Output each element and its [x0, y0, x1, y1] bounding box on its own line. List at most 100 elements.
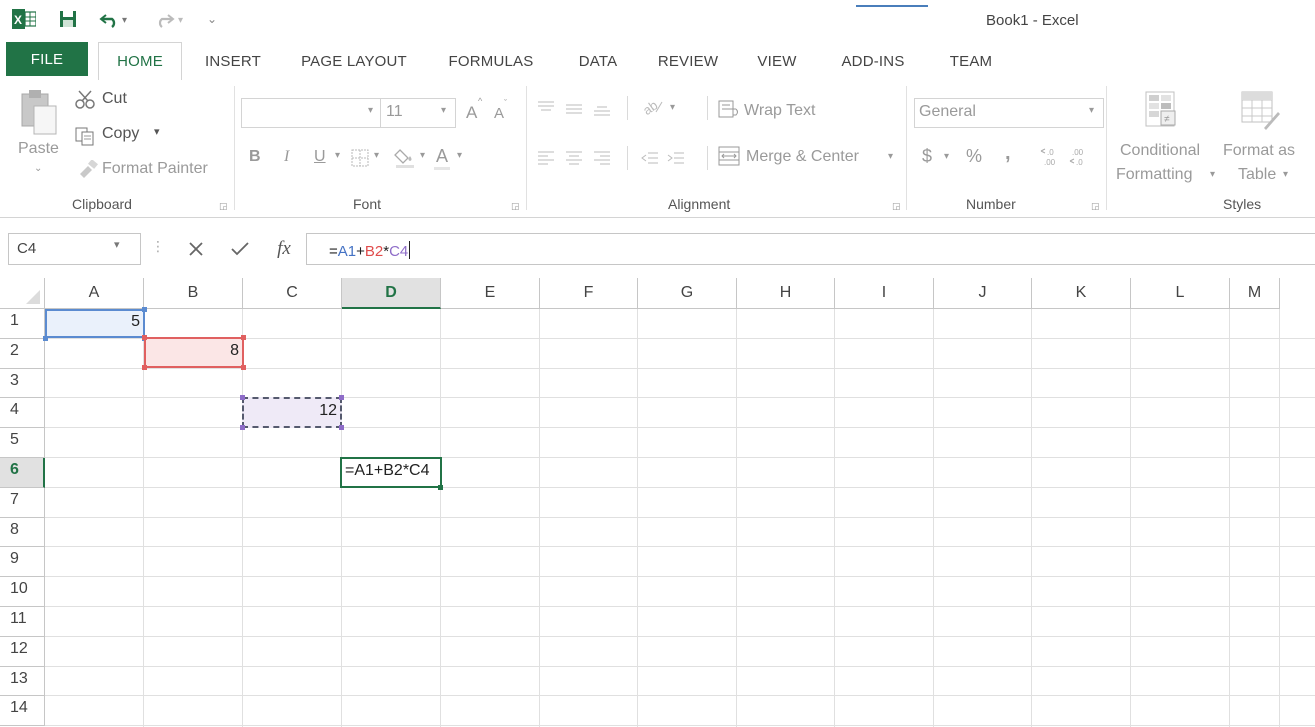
cancel-entry-icon[interactable]	[182, 233, 210, 265]
conditional-formatting-label-2[interactable]: Formatting	[1116, 166, 1192, 184]
align-center-icon[interactable]	[564, 150, 584, 171]
italic-button[interactable]: I	[284, 148, 289, 166]
underline-dropdown-icon[interactable]: ▾	[335, 150, 340, 161]
save-icon[interactable]	[56, 6, 80, 32]
align-middle-icon[interactable]	[564, 100, 584, 121]
conditional-formatting-dropdown-icon[interactable]: ▾	[1210, 169, 1215, 180]
column-header-i[interactable]: I	[835, 278, 934, 309]
row-header-5[interactable]: 5	[0, 428, 45, 458]
cell-b2[interactable]: 8	[144, 338, 244, 367]
column-header-f[interactable]: F	[540, 278, 638, 309]
conditional-formatting-label[interactable]: Conditional	[1120, 142, 1200, 160]
range-handle[interactable]	[142, 307, 147, 312]
row-header-3[interactable]: 3	[0, 368, 45, 399]
cell-a1[interactable]: 5	[45, 309, 145, 338]
select-all-button[interactable]	[0, 278, 45, 309]
format-painter-icon[interactable]	[78, 159, 98, 183]
name-box[interactable]: C4	[8, 233, 141, 265]
column-header-h[interactable]: H	[737, 278, 835, 309]
range-handle[interactable]	[240, 395, 245, 400]
tab-view[interactable]: VIEW	[744, 42, 810, 80]
row-header-9[interactable]: 9	[0, 547, 45, 578]
row-header-6[interactable]: 6	[0, 458, 45, 488]
tab-data[interactable]: DATA	[560, 42, 636, 80]
tab-insert[interactable]: INSERT	[192, 42, 274, 80]
range-handle[interactable]	[142, 335, 147, 340]
row-header-8[interactable]: 8	[0, 517, 45, 548]
paste-dropdown-icon[interactable]: ⌄	[34, 163, 42, 174]
column-header-a[interactable]: A	[45, 278, 144, 309]
shrink-font-icon[interactable]: A	[494, 105, 504, 122]
row-header-1[interactable]: 1	[0, 309, 45, 339]
range-handle[interactable]	[241, 365, 246, 370]
row-header-12[interactable]: 12	[0, 636, 45, 667]
merge-center-icon[interactable]	[718, 146, 740, 171]
column-header-l[interactable]: L	[1131, 278, 1230, 309]
tab-page-layout[interactable]: PAGE LAYOUT	[284, 42, 424, 80]
redo-icon[interactable]: ▾	[150, 6, 194, 32]
decrease-decimal-icon[interactable]: .00.0	[1068, 144, 1092, 173]
format-as-table-dropdown-icon[interactable]: ▾	[1283, 169, 1288, 180]
decrease-indent-icon[interactable]	[640, 150, 660, 171]
font-name-combo[interactable]	[241, 98, 383, 128]
customize-qat-icon[interactable]: ⌄	[204, 6, 220, 32]
underline-button[interactable]: U	[314, 148, 326, 166]
cut-label[interactable]: Cut	[102, 90, 127, 108]
formula-bar-grip-icon[interactable]: ⋮	[151, 238, 165, 255]
font-color-icon[interactable]: A	[436, 146, 448, 167]
confirm-entry-icon[interactable]	[226, 233, 254, 265]
row-header-2[interactable]: 2	[0, 338, 45, 369]
row-header-11[interactable]: 11	[0, 607, 45, 637]
row-header-7[interactable]: 7	[0, 487, 45, 518]
column-header-k[interactable]: K	[1032, 278, 1131, 309]
borders-dropdown-icon[interactable]: ▾	[374, 150, 379, 161]
range-handle[interactable]	[339, 395, 344, 400]
increase-indent-icon[interactable]	[666, 150, 686, 171]
align-right-icon[interactable]	[592, 150, 612, 171]
fill-color-dropdown-icon[interactable]: ▾	[420, 150, 425, 161]
tab-home[interactable]: HOME	[98, 42, 182, 80]
tab-review[interactable]: REVIEW	[644, 42, 732, 80]
format-painter-label[interactable]: Format Painter	[102, 160, 208, 178]
increase-decimal-icon[interactable]: .0.00	[1040, 144, 1064, 173]
percent-button[interactable]: %	[966, 146, 982, 167]
borders-icon[interactable]	[350, 148, 370, 173]
currency-dropdown-icon[interactable]: ▾	[944, 151, 949, 162]
worksheet-grid[interactable]: ABCDEFGHIJKLM 1 2 3 4 5 6 7 8 9 10 11 12 13 14 5 8 12…	[0, 278, 1315, 727]
number-launcher-icon[interactable]: ◲	[1091, 201, 1100, 212]
format-as-table-icon[interactable]	[1240, 90, 1280, 137]
column-header-d[interactable]: D	[342, 278, 441, 309]
orientation-dropdown-icon[interactable]: ▾	[670, 102, 675, 113]
row-header-14[interactable]: 14	[0, 696, 45, 727]
font-name-dropdown-icon[interactable]: ▾	[368, 105, 373, 116]
align-bottom-icon[interactable]	[592, 100, 612, 121]
alignment-launcher-icon[interactable]: ◲	[892, 201, 901, 212]
name-box-dropdown-icon[interactable]: ▾	[114, 238, 120, 251]
align-top-icon[interactable]	[536, 100, 556, 121]
row-header-13[interactable]: 13	[0, 666, 45, 697]
undo-icon[interactable]: ▾	[96, 6, 140, 32]
font-color-dropdown-icon[interactable]: ▾	[457, 150, 462, 161]
font-launcher-icon[interactable]: ◲	[511, 201, 520, 212]
grow-font-icon[interactable]: A	[466, 103, 477, 123]
wrap-text-icon[interactable]	[718, 100, 740, 125]
tab-file[interactable]: FILE	[6, 42, 88, 76]
bold-button[interactable]: B	[249, 148, 261, 166]
format-as-table-label[interactable]: Format as	[1223, 142, 1295, 160]
merge-center-label[interactable]: Merge & Center	[746, 148, 859, 166]
insert-function-icon[interactable]: fx	[270, 233, 298, 265]
merge-center-dropdown-icon[interactable]: ▾	[888, 151, 893, 162]
orientation-icon[interactable]: ab	[640, 94, 664, 121]
number-format-dropdown-icon[interactable]: ▾	[1089, 105, 1094, 116]
column-header-b[interactable]: B	[144, 278, 243, 309]
range-handle[interactable]	[43, 336, 48, 341]
comma-button[interactable]: ,	[1005, 142, 1011, 165]
column-header-m[interactable]: M	[1230, 278, 1280, 309]
range-handle[interactable]	[241, 335, 246, 340]
formula-input[interactable]: =A1+B2*C4	[306, 233, 1315, 265]
tab-formulas[interactable]: FORMULAS	[434, 42, 548, 80]
row-header-10[interactable]: 10	[0, 577, 45, 607]
cut-icon[interactable]	[74, 90, 96, 115]
tab-add-ins[interactable]: ADD-INS	[824, 42, 922, 80]
paste-icon[interactable]	[18, 88, 58, 138]
